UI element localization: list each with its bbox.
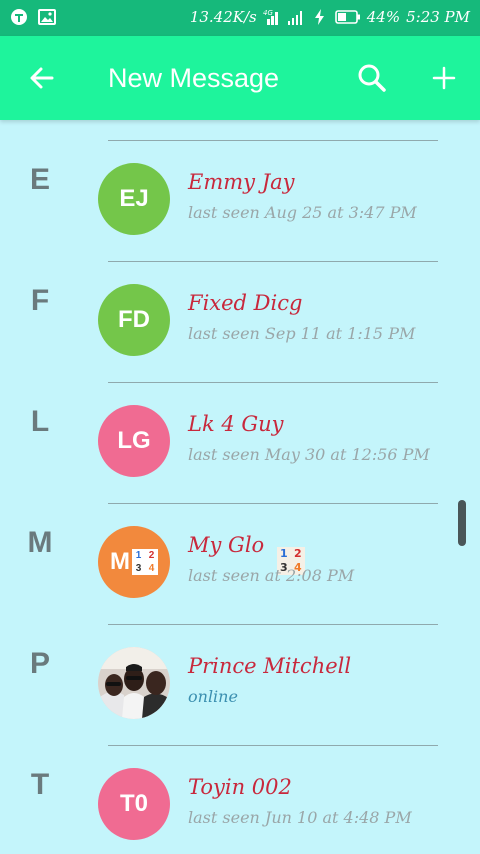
contact-status: last seen Sep 11 at 1:15 PM <box>188 324 416 343</box>
app-toolbar: New Message <box>0 36 480 120</box>
svg-text:4G: 4G <box>263 9 273 17</box>
avatar: LG <box>98 405 170 477</box>
section-letter: T <box>30 768 50 801</box>
avatar-initials: T0 <box>119 790 148 817</box>
avatar: T0 <box>98 768 170 840</box>
section-letter: F <box>30 284 50 317</box>
avatar-photo <box>98 647 170 719</box>
gallery-notification-icon <box>38 9 56 25</box>
list-item[interactable]: T T0 Toyin 002 last seen Jun 10 at 4:48 … <box>0 725 480 846</box>
list-item[interactable]: L LG Lk 4 Guy last seen May 30 at 12:56 … <box>0 362 480 483</box>
contact-name-text: My Glo <box>188 533 265 557</box>
list-item[interactable]: P Prince Mitchell online <box>0 604 480 725</box>
contact-name: Lk 4 Guy <box>188 412 284 436</box>
number-tiles-icon: 1 2 3 4 <box>132 549 158 575</box>
contact-list[interactable]: E EJ Emmy Jay last seen Aug 25 at 3:47 P… <box>0 120 480 854</box>
list-item[interactable]: F FD Fixed Dicg last seen Sep 11 at 1:15… <box>0 241 480 362</box>
contact-status: last seen at 2:08 PM <box>188 566 355 585</box>
lte-signal-icon: 4G <box>263 9 278 25</box>
avatar-initials: FD <box>118 306 150 333</box>
contact-status: last seen Aug 25 at 3:47 PM <box>188 203 417 222</box>
contact-status: online <box>188 687 238 706</box>
contact-status: last seen May 30 at 12:56 PM <box>188 445 430 464</box>
arrow-left-icon[interactable] <box>22 58 62 98</box>
signal-bars-icon <box>287 11 302 25</box>
contact-name: Toyin 002 <box>188 775 292 799</box>
scrollbar-thumb[interactable] <box>458 500 466 546</box>
battery-percent: 44% <box>366 8 401 26</box>
search-icon[interactable] <box>352 58 392 98</box>
page-title: New Message <box>108 63 280 93</box>
avatar: FD <box>98 284 170 356</box>
contact-name: Prince Mitchell <box>188 654 352 678</box>
section-letter: L <box>30 405 50 438</box>
list-item[interactable]: E EJ Emmy Jay last seen Aug 25 at 3:47 P… <box>0 120 480 241</box>
contact-name: Fixed Dicg <box>188 291 303 315</box>
clock: 5:23 PM <box>406 8 470 26</box>
avatar: M 1 2 3 4 <box>98 526 170 598</box>
list-item[interactable]: M M 1 2 3 4 My Glo 1 2 3 4 last seen at … <box>0 483 480 604</box>
section-letter: P <box>29 647 50 680</box>
battery-icon <box>334 10 360 24</box>
plus-icon[interactable] <box>424 58 464 98</box>
avatar-initials: M <box>110 548 130 575</box>
network-speed: 13.42K/s <box>189 8 257 26</box>
charging-icon <box>314 9 324 25</box>
status-bar: 13.42K/s 4G 44% 5:23 PM <box>0 0 480 36</box>
contact-status: last seen Jun 10 at 4:48 PM <box>188 808 412 827</box>
app-notification-icon <box>11 9 27 25</box>
section-letter: M <box>27 526 53 559</box>
avatar: EJ <box>98 163 170 235</box>
avatar-initials: LG <box>117 427 151 454</box>
contact-name: Emmy Jay <box>188 170 295 194</box>
avatar-initials: EJ <box>119 185 149 212</box>
section-letter: E <box>29 163 50 196</box>
